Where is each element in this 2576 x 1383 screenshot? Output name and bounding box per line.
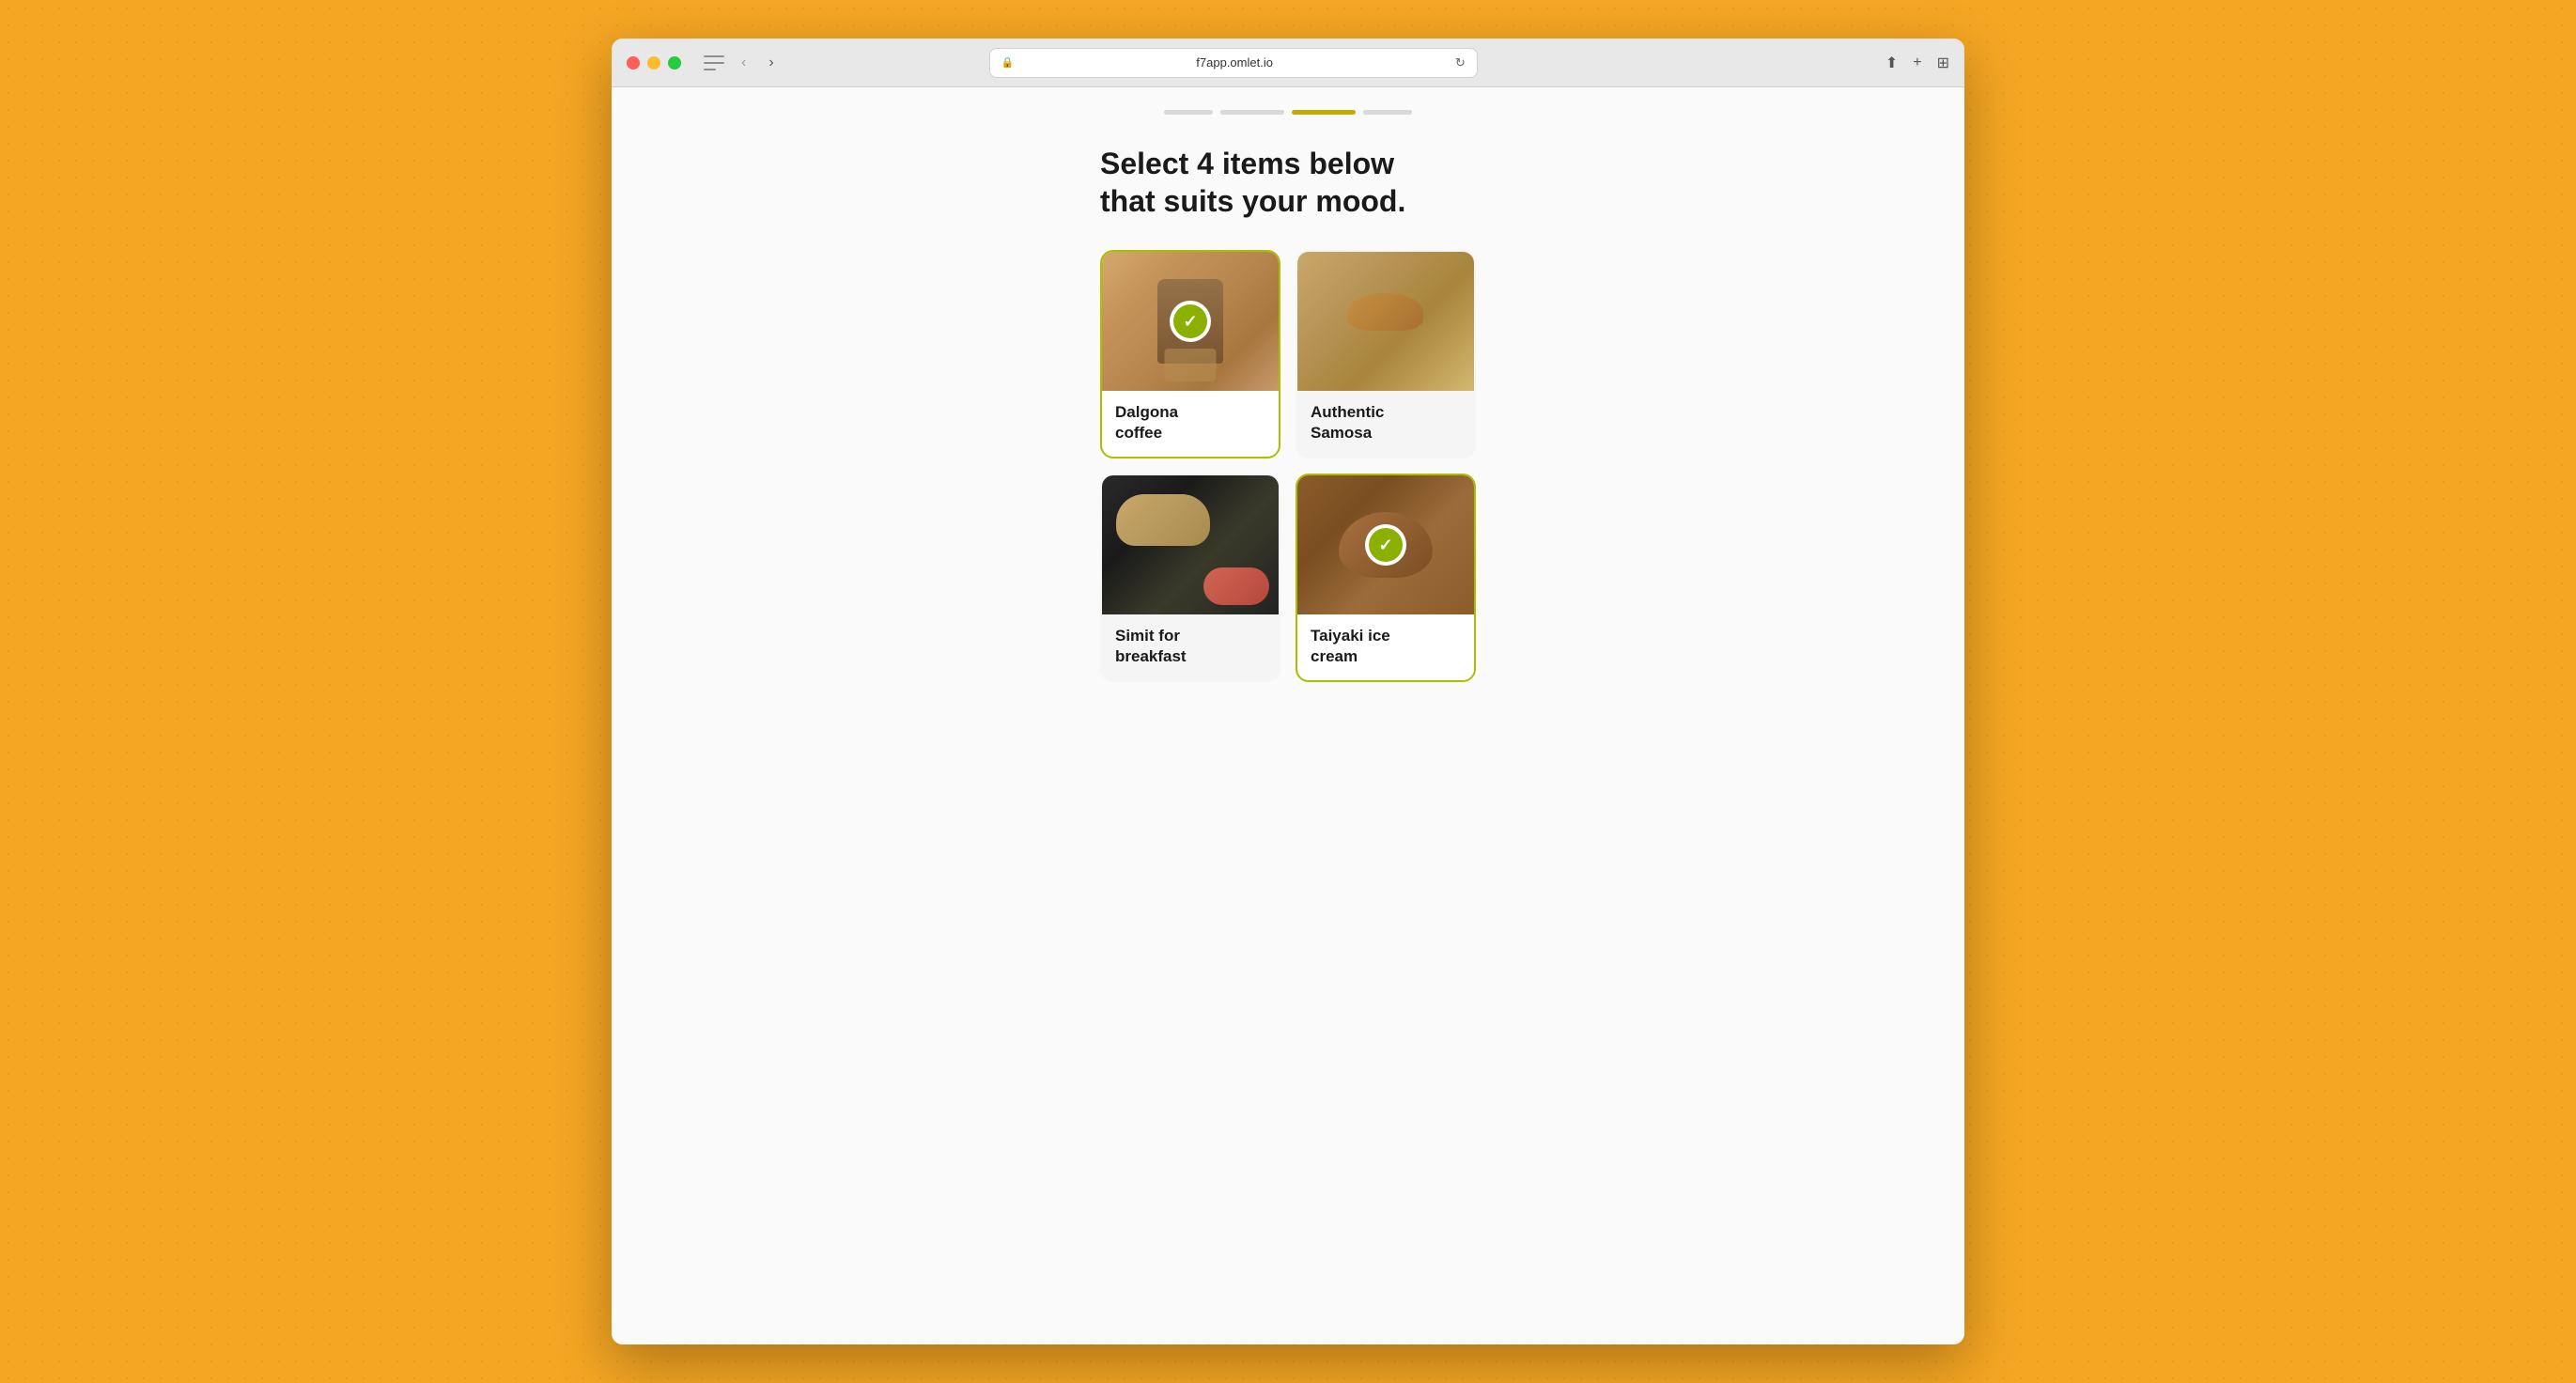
progress-step-2 xyxy=(1220,110,1284,115)
forward-button[interactable]: › xyxy=(763,51,779,75)
food-label-dalgona: Dalgona coffee xyxy=(1102,391,1279,457)
food-card-dalgona[interactable]: ✓ Dalgona coffee xyxy=(1100,250,1280,458)
new-tab-button[interactable]: + xyxy=(1913,54,1921,71)
fullscreen-button[interactable] xyxy=(668,56,681,70)
food-card-image-wrapper-dalgona: ✓ xyxy=(1102,252,1279,391)
food-grid: ✓ Dalgona coffee Authentic Samos xyxy=(1100,250,1476,682)
page-content: Select 4 items below that suits your moo… xyxy=(612,87,1964,1344)
app-container: Select 4 items below that suits your moo… xyxy=(1081,87,1495,1344)
food-image-simit xyxy=(1102,475,1279,614)
browser-toolbar: ‹ › 🔒 f7app.omlet.io ↻ ⬆ + ⊞ xyxy=(612,39,1964,87)
food-card-simit[interactable]: Simit for breakfast xyxy=(1100,474,1280,682)
browser-actions: ⬆ + ⊞ xyxy=(1885,54,1949,72)
back-button[interactable]: ‹ xyxy=(736,51,752,75)
refresh-button[interactable]: ↻ xyxy=(1455,55,1466,70)
progress-step-4 xyxy=(1363,110,1412,115)
share-button[interactable]: ⬆ xyxy=(1885,54,1898,72)
food-label-taiyaki: Taiyaki ice cream xyxy=(1297,614,1474,680)
food-image-samosa xyxy=(1297,252,1474,391)
close-button[interactable] xyxy=(627,56,640,70)
browser-window: ‹ › 🔒 f7app.omlet.io ↻ ⬆ + ⊞ Select 4 it… xyxy=(612,39,1964,1344)
food-card-taiyaki[interactable]: ✓ Taiyaki ice cream xyxy=(1296,474,1476,682)
food-card-image-wrapper-taiyaki: ✓ xyxy=(1297,475,1474,614)
progress-step-3 xyxy=(1292,110,1356,115)
check-icon-taiyaki: ✓ xyxy=(1369,528,1403,562)
traffic-lights xyxy=(627,56,681,70)
food-label-simit: Simit for breakfast xyxy=(1102,614,1279,680)
progress-step-1 xyxy=(1164,110,1213,115)
url-text: f7app.omlet.io xyxy=(1019,55,1449,70)
food-card-image-wrapper-samosa xyxy=(1297,252,1474,391)
food-label-samosa: Authentic Samosa xyxy=(1297,391,1474,457)
minimize-button[interactable] xyxy=(647,56,660,70)
progress-indicator xyxy=(1100,87,1476,145)
food-card-image-wrapper-simit xyxy=(1102,475,1279,614)
food-card-samosa[interactable]: Authentic Samosa xyxy=(1296,250,1476,458)
lock-icon: 🔒 xyxy=(1001,56,1015,69)
check-icon-dalgona: ✓ xyxy=(1173,304,1207,338)
selected-check-dalgona: ✓ xyxy=(1170,301,1211,342)
selected-check-taiyaki: ✓ xyxy=(1365,524,1406,566)
page-heading: Select 4 items below that suits your moo… xyxy=(1100,145,1476,220)
address-bar[interactable]: 🔒 f7app.omlet.io ↻ xyxy=(989,48,1478,78)
sidebar-toggle-button[interactable] xyxy=(704,55,724,70)
tab-overview-button[interactable]: ⊞ xyxy=(1937,54,1949,72)
